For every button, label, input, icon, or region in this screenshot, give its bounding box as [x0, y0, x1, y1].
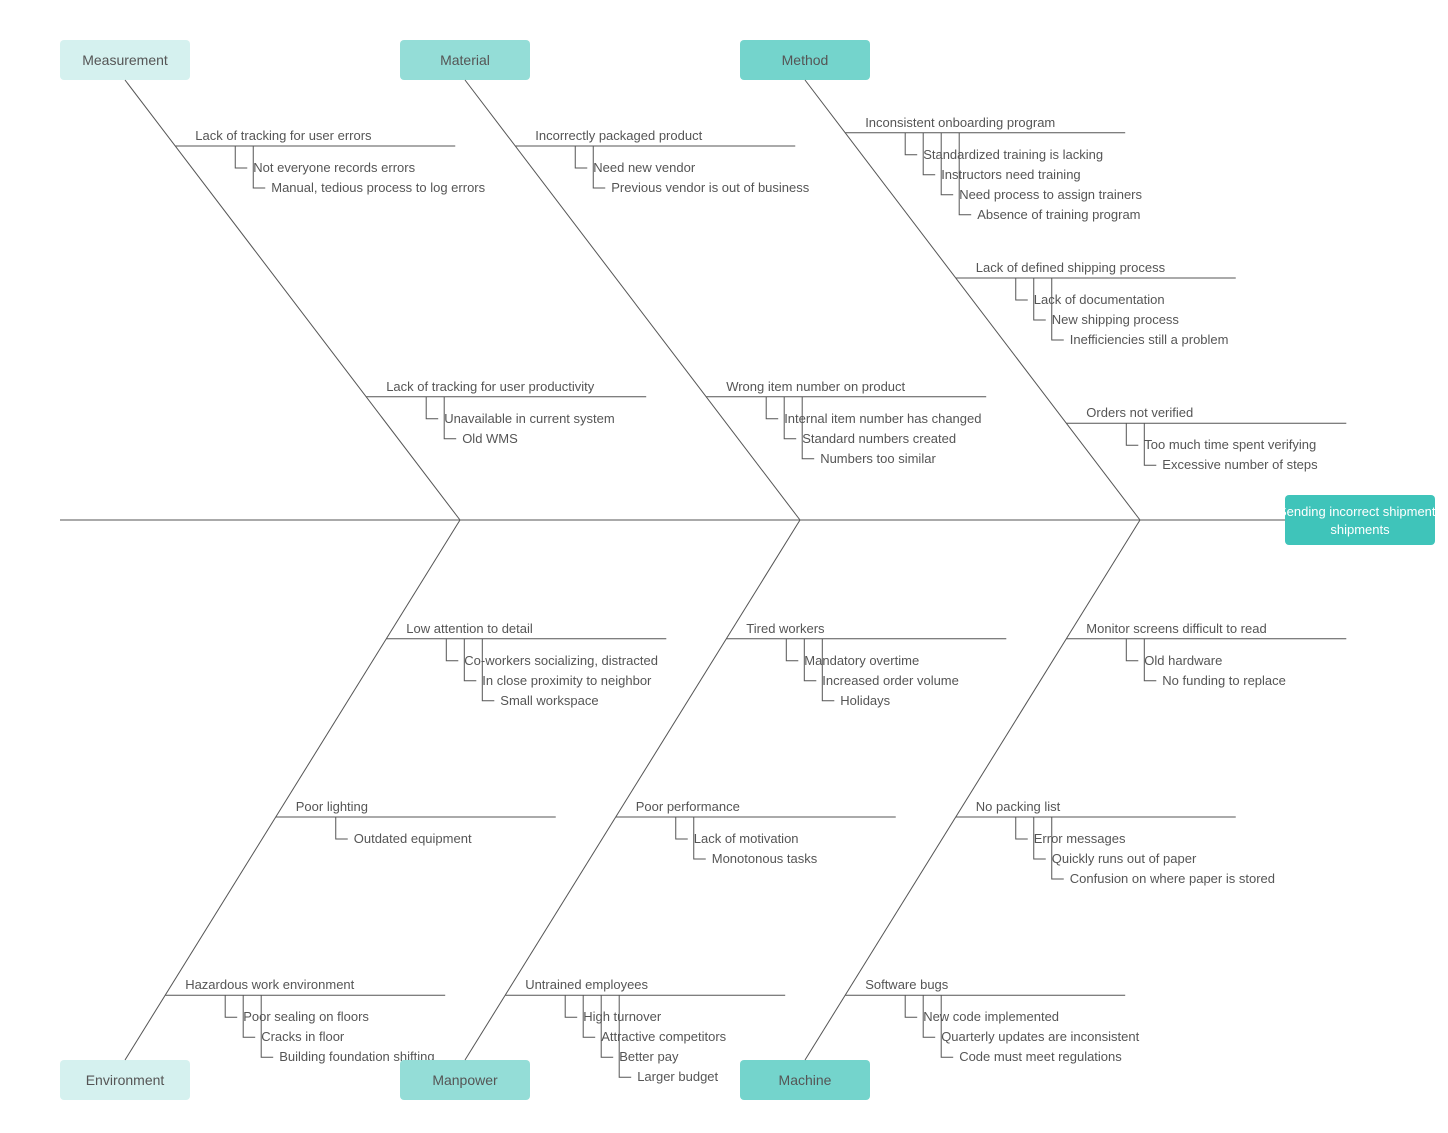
subcause-hook	[336, 817, 348, 839]
cause-label: Poor performance	[636, 799, 740, 814]
subcause-hook	[941, 995, 953, 1057]
subcause-hook	[601, 995, 613, 1057]
cause-label: Wrong item number on product	[726, 379, 905, 394]
subcause-label: New shipping process	[1052, 312, 1180, 327]
subcause-label: Manual, tedious process to log errors	[271, 180, 485, 195]
cause-label: Poor lighting	[296, 799, 368, 814]
subcause-label: Numbers too similar	[820, 451, 936, 466]
subcause-label: Confusion on where paper is stored	[1070, 871, 1275, 886]
subcause-hook	[1052, 278, 1064, 340]
subcause-label: Too much time spent verifying	[1144, 437, 1316, 452]
subcause-hook	[235, 146, 247, 168]
cause-label: Tired workers	[746, 621, 825, 636]
subcause-label: Quarterly updates are inconsistent	[941, 1029, 1139, 1044]
subcause-label: Outdated equipment	[354, 831, 472, 846]
subcause-hook	[261, 995, 273, 1057]
cause-label: No packing list	[976, 799, 1061, 814]
subcause-label: Increased order volume	[822, 673, 959, 688]
subcause-label: Quickly runs out of paper	[1052, 851, 1197, 866]
subcause-label: Holidays	[840, 693, 890, 708]
subcause-label: Co-workers socializing, distracted	[464, 653, 658, 668]
subcause-label: Standard numbers created	[802, 431, 956, 446]
subcause-label: Standardized training is lacking	[923, 147, 1103, 162]
cause-label: Software bugs	[865, 977, 949, 992]
subcause-label: Monotonous tasks	[712, 851, 818, 866]
effect-label-line2: shipments	[1330, 522, 1390, 537]
subcause-label: Old WMS	[462, 431, 518, 446]
subcause-label: High turnover	[583, 1009, 662, 1024]
subcause-label: Not everyone records errors	[253, 160, 415, 175]
subcause-label: Larger budget	[637, 1069, 718, 1084]
subcause-label: Poor sealing on floors	[243, 1009, 369, 1024]
subcause-label: Attractive competitors	[601, 1029, 726, 1044]
subcause-label: Cracks in floor	[261, 1029, 345, 1044]
subcause-hook	[1016, 278, 1028, 300]
subcause-label: New code implemented	[923, 1009, 1059, 1024]
subcause-label: Instructors need training	[941, 167, 1080, 182]
subcause-label: Excessive number of steps	[1162, 457, 1318, 472]
cause-label: Lack of defined shipping process	[976, 260, 1166, 275]
effect-box	[1285, 495, 1435, 545]
subcause-hook	[565, 995, 577, 1017]
category-label: Material	[440, 52, 490, 68]
subcause-hook	[941, 133, 953, 195]
subcause-label: Error messages	[1034, 831, 1126, 846]
subcause-hook	[766, 397, 778, 419]
subcause-hook	[905, 995, 917, 1017]
subcause-label: Lack of documentation	[1034, 292, 1165, 307]
subcause-hook	[822, 639, 834, 701]
subcause-hook	[426, 397, 438, 419]
category-label: Manpower	[432, 1072, 498, 1088]
subcause-hook	[225, 995, 237, 1017]
subcause-hook	[786, 639, 798, 661]
cause-label: Lack of tracking for user productivity	[386, 379, 595, 394]
subcause-hook	[1126, 423, 1138, 445]
category-label: Measurement	[82, 52, 168, 68]
subcause-hook	[1052, 817, 1064, 879]
cause-label: Untrained employees	[525, 977, 648, 992]
subcause-label: Better pay	[619, 1049, 679, 1064]
subcause-label: Need process to assign trainers	[959, 187, 1142, 202]
subcause-label: In close proximity to neighbor	[482, 673, 652, 688]
subcause-label: Previous vendor is out of business	[611, 180, 809, 195]
subcause-label: Absence of training program	[977, 207, 1140, 222]
subcause-hook	[575, 146, 587, 168]
subcause-label: Need new vendor	[593, 160, 696, 175]
subcause-label: Internal item number has changed	[784, 411, 981, 426]
subcause-label: Small workspace	[500, 693, 598, 708]
cause-label: Inconsistent onboarding program	[865, 115, 1055, 130]
subcause-label: No funding to replace	[1162, 673, 1286, 688]
subcause-hook	[802, 397, 814, 459]
category-bone	[805, 520, 1140, 1060]
fishbone-diagram: Sending incorrect shipments shipments Meas…	[0, 0, 1448, 1133]
effect-label-line1: Sending incorrect shipments	[1278, 504, 1443, 519]
category-label: Environment	[86, 1072, 165, 1088]
subcause-label: Code must meet regulations	[959, 1049, 1122, 1064]
category-label: Machine	[779, 1072, 832, 1088]
cause-label: Low attention to detail	[406, 621, 533, 636]
subcause-label: Old hardware	[1144, 653, 1222, 668]
subcause-hook	[905, 133, 917, 155]
subcause-label: Lack of motivation	[694, 831, 799, 846]
cause-label: Orders not verified	[1086, 405, 1193, 420]
subcause-hook	[1016, 817, 1028, 839]
subcause-label: Inefficiencies still a problem	[1070, 332, 1229, 347]
subcause-hook	[1126, 639, 1138, 661]
cause-label: Lack of tracking for user errors	[195, 128, 372, 143]
subcause-hook	[446, 639, 458, 661]
subcause-label: Unavailable in current system	[444, 411, 615, 426]
subcause-label: Mandatory overtime	[804, 653, 919, 668]
cause-label: Hazardous work environment	[185, 977, 354, 992]
subcause-hook	[676, 817, 688, 839]
category-label: Method	[782, 52, 829, 68]
cause-label: Monitor screens difficult to read	[1086, 621, 1266, 636]
cause-label: Incorrectly packaged product	[535, 128, 702, 143]
subcause-hook	[482, 639, 494, 701]
